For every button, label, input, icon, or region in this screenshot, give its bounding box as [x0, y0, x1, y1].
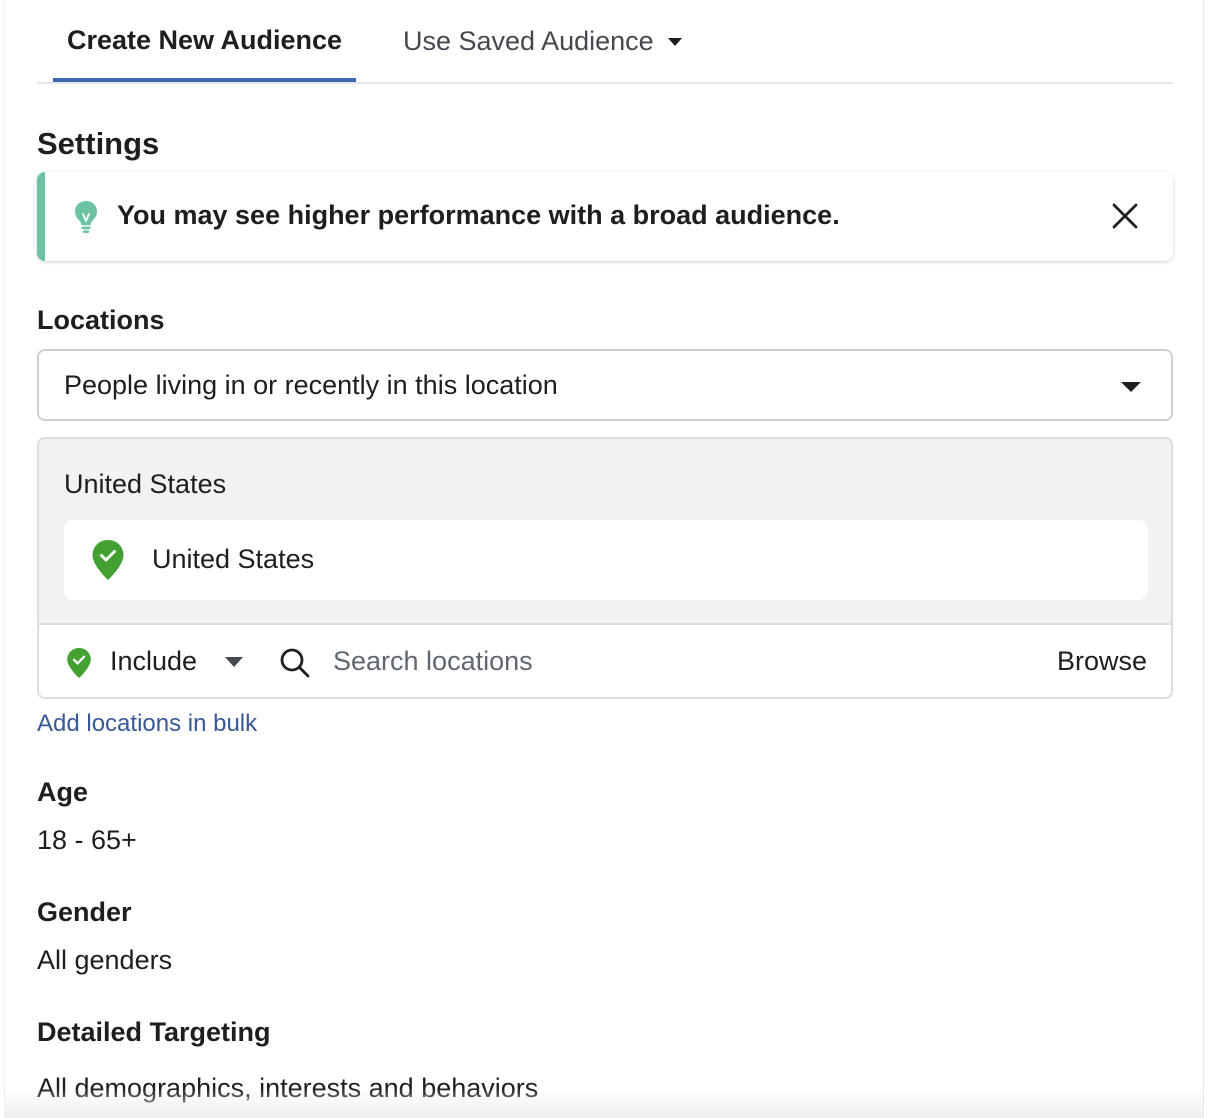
gender-title: Gender — [37, 897, 132, 927]
gender-value[interactable]: All genders — [37, 945, 172, 976]
age-value[interactable]: 18 - 65+ — [37, 825, 137, 856]
tab-use-saved-audience[interactable]: Use Saved Audience — [403, 0, 693, 82]
location-type-value: People living in or recently in this loc… — [64, 369, 558, 400]
include-label: Include — [110, 646, 198, 676]
selected-locations: United States United States — [39, 439, 1171, 625]
locations-box: United States United States Include Sear… — [37, 437, 1173, 699]
include-dropdown[interactable]: Include — [64, 625, 254, 697]
location-chip[interactable]: United States — [64, 520, 1148, 600]
detailed-targeting-title: Detailed Targeting — [37, 1017, 271, 1047]
chevron-down-icon — [667, 38, 682, 46]
location-pin-check-icon — [67, 648, 91, 678]
add-locations-bulk-link[interactable]: Add locations in bulk — [37, 710, 257, 738]
location-pin-check-icon — [92, 540, 124, 580]
chevron-down-icon — [1121, 382, 1141, 392]
search-locations-input[interactable] — [333, 639, 1023, 683]
locations-title: Locations — [37, 305, 165, 335]
tip-text: You may see higher performance with a br… — [117, 200, 840, 230]
audience-panel: Create New Audience Use Saved Audience S… — [4, 0, 1204, 1118]
detailed-targeting-value[interactable]: All demographics, interests and behavior… — [37, 1073, 538, 1104]
tab-saved-label: Use Saved Audience — [403, 25, 654, 56]
settings-title: Settings — [37, 126, 160, 161]
audience-tabs: Create New Audience Use Saved Audience — [37, 0, 1173, 84]
location-chip-label: United States — [152, 544, 315, 574]
location-type-select[interactable]: People living in or recently in this loc… — [37, 349, 1173, 421]
tab-create-new-audience[interactable]: Create New Audience — [53, 0, 356, 82]
location-search-row: Include Browse — [39, 625, 1171, 697]
broad-audience-tip: You may see higher performance with a br… — [37, 172, 1173, 261]
close-icon[interactable] — [1111, 202, 1139, 230]
browse-button[interactable]: Browse — [1057, 646, 1147, 677]
lightbulb-icon — [75, 201, 97, 233]
search-icon — [280, 648, 310, 678]
location-group-label: United States — [64, 469, 227, 499]
age-title: Age — [37, 777, 89, 807]
chevron-down-icon — [225, 657, 243, 667]
tab-create-label: Create New Audience — [66, 24, 343, 55]
